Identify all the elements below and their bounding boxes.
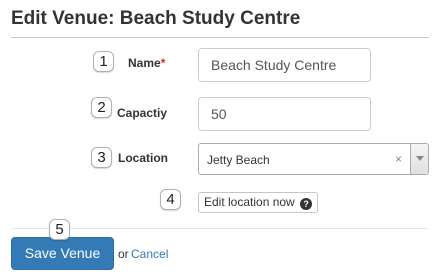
name-label: Name* [128,56,165,70]
step-marker-4: 4 [160,189,181,210]
or-text: or [118,247,129,261]
capacity-label: Capactiy [117,106,168,120]
step-marker-1: 1 [93,51,114,72]
name-input[interactable]: Beach Study Centre [198,48,371,82]
chevron-down-icon [416,156,424,161]
edit-location-button[interactable]: Edit location now ? [198,192,318,213]
name-label-text: Name [128,56,161,70]
help-icon: ? [300,198,313,210]
clear-selection-icon[interactable]: × [395,144,402,174]
location-select-value: Jetty Beach [207,153,270,167]
cancel-link[interactable]: Cancel [131,247,168,261]
save-venue-button[interactable]: Save Venue [11,237,114,270]
capacity-input[interactable]: 50 [198,97,371,131]
step-marker-3: 3 [91,147,112,168]
edit-location-label: Edit location now [204,195,295,209]
page-title: Edit Venue: Beach Study Centre [11,8,301,29]
location-label: Location [118,151,168,165]
footer-divider [11,228,429,229]
title-divider [11,37,429,38]
step-marker-2: 2 [91,97,112,118]
step-marker-5: 5 [49,219,70,240]
location-select[interactable]: Jetty Beach × [198,143,429,175]
dropdown-toggle[interactable] [410,144,428,174]
required-marker: * [160,56,166,70]
